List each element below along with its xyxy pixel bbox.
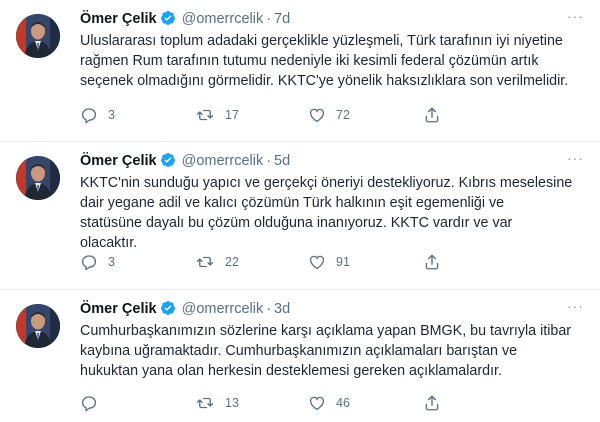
tweet-text-line: kaybına uğramaktadır. Cumhurbaşkanımızın…: [80, 343, 518, 359]
author-handle[interactable]: @omerrcelik: [182, 301, 264, 317]
author-handle[interactable]: @omerrcelik: [182, 11, 264, 27]
reply-button[interactable]: 3: [80, 253, 115, 271]
like-button[interactable]: 46: [308, 394, 350, 412]
retweet-count: 22: [225, 255, 239, 269]
like-count: 91: [336, 255, 350, 269]
more-icon[interactable]: ···: [567, 150, 584, 166]
like-count: 46: [336, 396, 350, 410]
like-button[interactable]: 72: [308, 106, 350, 124]
reply-icon: [81, 396, 97, 412]
tweet[interactable]: Ömer Çelik @omerrcelik · 3d ··· Cumhurbaşk…: [0, 290, 600, 422]
tweet-actions: 3 17 72: [80, 106, 590, 126]
tweet-header: Ömer Çelik @omerrcelik · 7d: [80, 9, 290, 32]
retweet-button[interactable]: 13: [195, 394, 239, 412]
more-icon[interactable]: ···: [567, 8, 584, 24]
tweet-actions: 3 22 91: [80, 253, 590, 273]
reply-icon: [81, 108, 97, 124]
retweet-button[interactable]: 17: [195, 106, 239, 124]
tweet-text-line: seçenek olmadığını görmelidir. KKTC'ye y…: [80, 73, 569, 89]
tweet-time[interactable]: 7d: [274, 11, 290, 27]
separator-dot: ·: [266, 301, 272, 317]
separator-dot: ·: [266, 153, 272, 169]
tweet-text-line: dair yegane adil ve kalıcı çözümün Türk …: [80, 195, 505, 211]
tweet-text: KKTC'nin sunduğu yapıcı ve gerçekçi öner…: [80, 173, 580, 253]
like-button[interactable]: 91: [308, 253, 350, 271]
share-button[interactable]: [423, 394, 451, 412]
author-handle[interactable]: @omerrcelik: [182, 153, 264, 169]
more-icon[interactable]: ···: [567, 298, 584, 314]
tweet-text: Cumhurbaşkanımızın sözlerine karşı açıkl…: [80, 321, 580, 381]
retweet-icon: [196, 109, 214, 121]
verified-badge-icon: [160, 300, 176, 322]
avatar[interactable]: [16, 156, 60, 200]
tweet-text-line: KKTC'nin sunduğu yapıcı ve gerçekçi öner…: [80, 175, 573, 191]
share-icon: [425, 254, 439, 270]
share-icon: [425, 107, 439, 123]
share-button[interactable]: [423, 106, 451, 124]
reply-icon: [81, 255, 97, 271]
verified-badge-icon: [160, 152, 176, 174]
tweet-header: Ömer Çelik @omerrcelik · 5d: [80, 151, 290, 174]
retweet-button[interactable]: 22: [195, 253, 239, 271]
share-icon: [425, 395, 439, 411]
reply-button[interactable]: [80, 394, 108, 412]
verified-badge-icon: [160, 10, 176, 32]
tweet-text-line: Uluslararası toplum adadaki gerçeklikle …: [80, 33, 563, 49]
author-name[interactable]: Ömer Çelik: [80, 11, 157, 27]
tweet-header: Ömer Çelik @omerrcelik · 3d: [80, 299, 290, 322]
tweet-text-line: Cumhurbaşkanımızın sözlerine karşı açıkl…: [80, 323, 572, 339]
reply-count: 3: [108, 255, 115, 269]
reply-count: 3: [108, 108, 115, 122]
separator-dot: ·: [266, 11, 272, 27]
retweet-count: 13: [225, 396, 239, 410]
author-name[interactable]: Ömer Çelik: [80, 301, 157, 317]
like-icon: [309, 108, 325, 123]
like-icon: [309, 396, 325, 411]
tweet-time[interactable]: 3d: [274, 301, 290, 317]
tweet[interactable]: Ömer Çelik @omerrcelik · 7d ··· Uluslarara…: [0, 0, 600, 142]
retweet-icon: [196, 397, 214, 409]
tweet-text-line: hukuktan yana olan herkesin desteklemesi…: [80, 363, 502, 379]
reply-button[interactable]: 3: [80, 106, 115, 124]
share-button[interactable]: [423, 253, 451, 271]
tweet-feed: Ömer Çelik @omerrcelik · 7d ··· Uluslarara…: [0, 0, 600, 422]
avatar[interactable]: [16, 14, 60, 58]
tweet-text: Uluslararası toplum adadaki gerçeklikle …: [80, 31, 580, 91]
author-name[interactable]: Ömer Çelik: [80, 153, 157, 169]
retweet-count: 17: [225, 108, 239, 122]
tweet-text-line: statüsüne dayalı bu çözüm olduğuna inanı…: [80, 215, 513, 231]
retweet-icon: [196, 256, 214, 268]
avatar[interactable]: [16, 304, 60, 348]
like-count: 72: [336, 108, 350, 122]
tweet[interactable]: Ömer Çelik @omerrcelik · 5d ··· KKTC'nin s…: [0, 142, 600, 290]
like-icon: [309, 255, 325, 270]
tweet-text-line: rağmen Rum tarafının tutumu nedeniyle ik…: [80, 53, 539, 69]
tweet-text-line: olacaktır.: [80, 235, 138, 251]
tweet-actions: 13 46: [80, 394, 590, 414]
tweet-time[interactable]: 5d: [274, 153, 290, 169]
